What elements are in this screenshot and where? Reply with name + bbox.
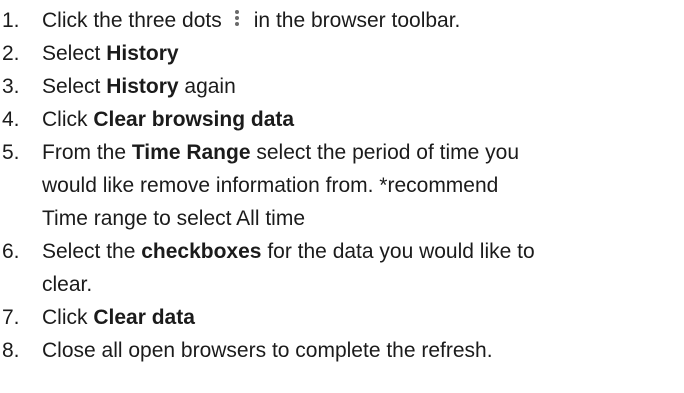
step-bold-term: checkboxes [141,240,262,263]
instructions-document: 1. Click the three dots in the browser to… [0,0,684,393]
step-line: clear. [42,273,93,296]
step-bold-term: Time Range [131,141,251,164]
step-text: Click Clear browsing data [42,103,684,136]
step-text-part: Select [42,75,107,98]
step-number: 7. [2,306,20,329]
step-line: Select the checkboxes for the data you w… [42,235,684,268]
step-text-part: Select the [42,240,142,263]
step-number: 3. [2,75,20,98]
step-text-part: for the data you would like to [261,240,535,263]
step-text: Click Clear data [42,301,684,334]
step-bold-term: Clear browsing data [93,108,295,131]
step-text-part: Click [42,306,94,329]
step-line: Time range to select All time [42,207,305,230]
step-text: Click the three dots in the browser toolb… [42,4,684,37]
step-number: 8. [2,339,20,362]
step-text: Close all open browsers to complete the … [42,334,684,367]
step-number: 1. [2,9,20,32]
steps-list: 1. Click the three dots in the browser to… [0,4,684,367]
list-item-step-2: 2. Select History [0,37,684,70]
step-number: 5. [2,141,20,164]
list-item-step-7: 7. Click Clear data [0,301,684,334]
step-text-part: in the browser toolbar. [253,9,461,32]
step-text-part: Select [42,42,107,65]
list-item-step-4: 4. Click Clear browsing data [0,103,684,136]
step-number: 2. [2,42,20,65]
step-bold-term: Clear data [93,306,195,329]
step-number: 4. [2,108,20,131]
step-text: Select the checkboxes for the data you w… [42,235,684,301]
step-text-part: Close all open browsers to complete the … [42,339,493,362]
step-line: would like remove information from. *rec… [42,174,499,197]
step-line: From the Time Range select the period of… [42,136,684,169]
list-item-step-1: 1. Click the three dots in the browser to… [0,4,684,37]
three-dots-vertical-icon [232,10,242,28]
step-text: Select History [42,37,684,70]
step-text: From the Time Range select the period of… [42,136,684,235]
step-text-part: Click [42,108,94,131]
step-bold-term: History [106,42,179,65]
step-text-part: select the period of time you [250,141,519,164]
step-text-part: From the [42,141,132,164]
list-item-step-6: 6. Select the checkboxes for the data yo… [0,235,684,301]
step-text: Select History again [42,70,684,103]
list-item-step-3: 3. Select History again [0,70,684,103]
step-text-part: again [178,75,236,98]
list-item-step-5: 5. From the Time Range select the period… [0,136,684,235]
list-item-step-8: 8. Close all open browsers to complete t… [0,334,684,367]
step-text-part: Click the three dots [42,9,222,32]
step-number: 6. [2,240,20,263]
step-bold-term: History [106,75,179,98]
